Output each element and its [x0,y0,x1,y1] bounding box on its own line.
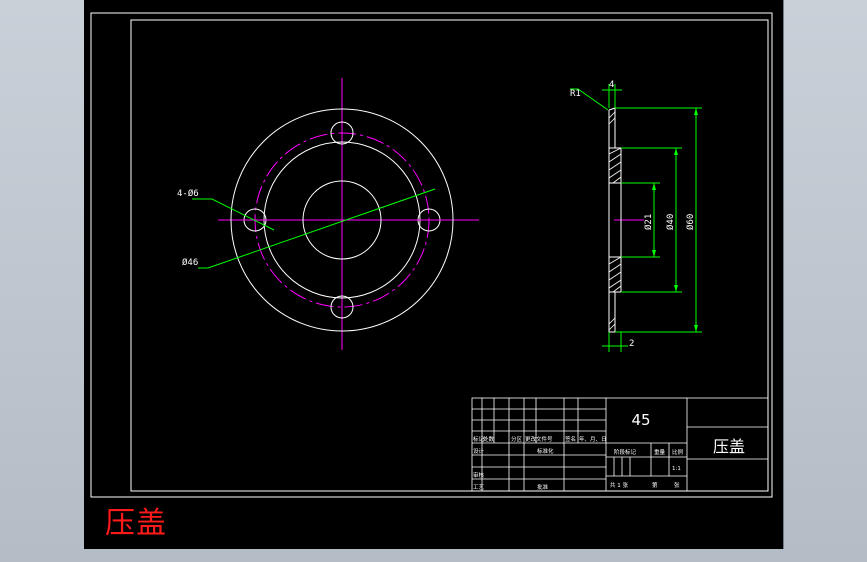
tb-header-sign: 签名 [565,435,576,443]
hole-leader [192,198,275,231]
tb-review: 审核 [473,471,485,479]
dia-60-label: Ø60 [685,214,696,230]
tb-header-change-doc: 更改文件号 [525,435,553,443]
tb-design: 设计 [473,447,485,455]
dia-21-label: Ø21 [643,214,654,230]
tb-header-zone: 分区 [511,435,523,443]
front-view: 4-Ø6 Ø46 [177,78,479,350]
caption-title: 压盖 [105,506,167,541]
side-view: R1 4 2 Ø21 Ø40 Ø60 [570,80,702,352]
tb-standardize: 标准化 [537,447,554,455]
part-name-label: 压盖 [713,437,745,456]
tb-header-date: 年、月、日 [579,435,607,443]
tb-sheet-suffix: 张 [674,481,680,489]
tb-total-sheets: 共 1 张 [610,481,628,489]
cad-viewport[interactable]: 4-Ø6 Ø46 R1 4 2 Ø21 Ø40 Ø60 45 压盖 标记 处数 … [84,0,784,549]
radius-callout: R1 [570,89,581,99]
hole-callout: 4-Ø6 [177,188,199,199]
bolt-circle-leader [198,188,436,269]
side-dimensions [570,84,702,352]
tb-scale: 比例 [672,448,684,456]
thickness-dim-top: 4 [609,80,614,90]
thickness-dim-bottom: 2 [629,339,634,349]
outer-frame [90,12,773,498]
tb-stage-mark: 阶段标记 [614,448,637,456]
dia-40-label: Ø40 [665,214,676,230]
tb-process: 工艺 [473,484,485,491]
bolt-circle-callout: Ø46 [182,257,198,268]
cad-drawing: 4-Ø6 Ø46 R1 4 2 Ø21 Ø40 Ø60 45 压盖 标记 处数 … [90,12,773,498]
tb-approve: 批准 [537,483,549,491]
inner-frame [130,19,769,492]
tb-sheet-no: 第 [652,481,658,489]
material-label: 45 [631,411,650,429]
tb-scale-value: 1:1 [672,466,681,472]
tb-header-count: 处数 [483,435,495,443]
tb-weight: 重量 [654,448,666,456]
